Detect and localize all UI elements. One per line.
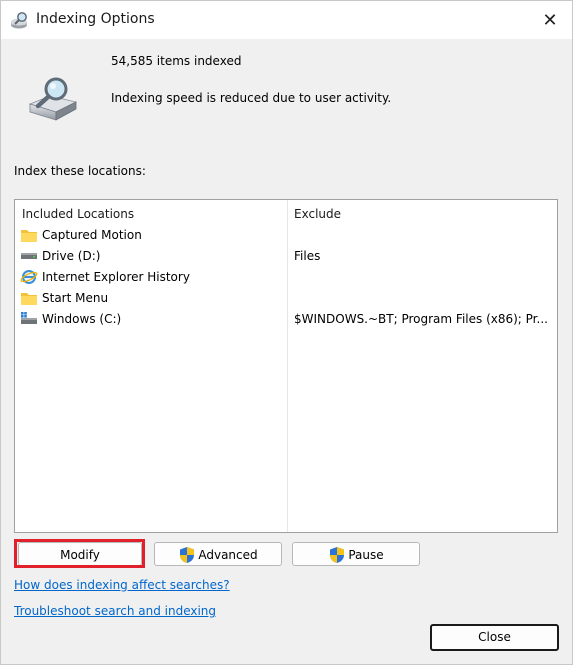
uac-shield-icon — [330, 546, 345, 563]
highlight-box — [14, 539, 145, 568]
folder-icon — [21, 293, 37, 305]
indexing-speed-text: Indexing speed is reduced due to user ac… — [111, 91, 392, 105]
pause-button-label: Pause — [348, 548, 384, 562]
list-item[interactable]: Captured Motion — [15, 225, 557, 246]
troubleshoot-link[interactable]: Troubleshoot search and indexing — [14, 604, 216, 618]
location-exclude: $WINDOWS.~BT; Program Files (x86); Pr... — [294, 312, 548, 326]
column-header-exclude[interactable]: Exclude — [294, 207, 341, 221]
window-title: Indexing Options — [36, 11, 155, 27]
location-name: Windows (C:) — [42, 312, 122, 326]
list-item[interactable]: Windows (C:) $WINDOWS.~BT; Program Files… — [15, 309, 557, 330]
title-bar: Indexing Options ✕ — [1, 1, 572, 39]
drive-icon — [21, 253, 37, 259]
index-locations-label: Index these locations: — [14, 164, 146, 178]
pause-button[interactable]: Pause — [292, 542, 420, 566]
location-name: Start Menu — [42, 291, 109, 305]
folder-icon — [21, 230, 37, 242]
close-icon[interactable]: ✕ — [538, 10, 562, 32]
column-header-included[interactable]: Included Locations — [22, 207, 134, 221]
how-indexing-affects-link[interactable]: How does indexing affect searches? — [14, 578, 230, 592]
locations-list[interactable]: Included Locations Exclude Captured Moti… — [14, 199, 558, 533]
location-name: Captured Motion — [42, 228, 142, 242]
advanced-button[interactable]: Advanced — [154, 542, 282, 566]
location-name: Internet Explorer History — [42, 270, 190, 284]
close-button[interactable]: Close — [430, 624, 559, 651]
windows-drive-icon — [21, 312, 37, 324]
advanced-button-label: Advanced — [198, 548, 258, 562]
indexing-drive-icon — [28, 77, 78, 121]
list-item[interactable]: Drive (D:) Files — [15, 246, 557, 267]
uac-shield-icon — [180, 546, 195, 563]
list-item[interactable]: Start Menu — [15, 288, 557, 309]
indexing-options-window: Indexing Options ✕ 54,585 items indexed … — [0, 0, 573, 665]
internet-explorer-icon — [20, 270, 38, 284]
location-exclude: Files — [294, 249, 321, 263]
location-name: Drive (D:) — [42, 249, 101, 263]
indexing-icon — [11, 12, 27, 29]
close-button-label: Close — [478, 630, 511, 644]
items-indexed-text: 54,585 items indexed — [111, 54, 242, 68]
list-item[interactable]: Internet Explorer History — [15, 267, 557, 288]
